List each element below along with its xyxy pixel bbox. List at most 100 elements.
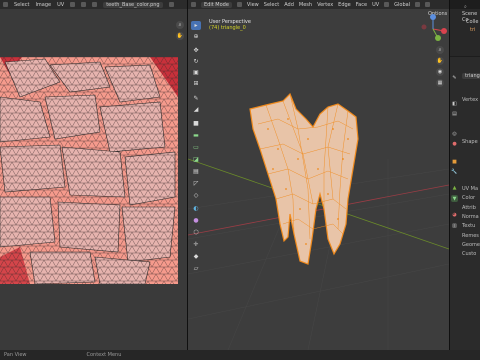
- tool-polybuild[interactable]: ◇: [191, 191, 201, 200]
- tool-move[interactable]: ✥: [191, 46, 201, 55]
- rotate-icon: ↻: [193, 58, 199, 65]
- extrude-icon: ▬: [193, 132, 199, 139]
- editor-type-icon[interactable]: [3, 2, 8, 7]
- object-info: (74) triangle_0: [209, 25, 246, 31]
- transform-orientation-icon[interactable]: [384, 2, 390, 7]
- prop-row-uvmap[interactable]: UV Ma: [462, 186, 478, 193]
- menu-uv[interactable]: UV: [372, 2, 379, 8]
- tool-select[interactable]: ▸: [191, 21, 201, 30]
- viewport-editor-type-icon[interactable]: [191, 2, 196, 7]
- uv-islands: [0, 57, 178, 284]
- perspective-icon[interactable]: ▦: [436, 79, 444, 87]
- proportional-edit-icon[interactable]: [425, 2, 431, 7]
- viewport-3d[interactable]: [188, 9, 449, 350]
- tool-smooth[interactable]: ●: [191, 216, 201, 225]
- mode-selector[interactable]: Edit Mode: [201, 1, 232, 8]
- sync-icon[interactable]: [70, 2, 76, 7]
- add-cube-icon: ■: [193, 120, 199, 127]
- outliner-item-collection[interactable]: Colle: [466, 19, 478, 25]
- prop-row-normals[interactable]: Norma: [462, 214, 479, 221]
- tool-cursor[interactable]: ⊕: [191, 32, 201, 41]
- tool-rip[interactable]: ▱: [191, 264, 201, 273]
- zoom-icon[interactable]: ⌕: [436, 46, 444, 54]
- menu-vertex[interactable]: Vertex: [317, 2, 333, 8]
- world-tab-icon[interactable]: ●: [451, 140, 458, 147]
- bevel-icon: ◪: [193, 156, 199, 163]
- tool-annotate[interactable]: ✎: [191, 94, 201, 103]
- tool-loopcut[interactable]: ▤: [191, 167, 201, 176]
- render-tab-icon[interactable]: ◧: [451, 100, 458, 107]
- snap-icon[interactable]: [415, 2, 421, 7]
- camera-icon[interactable]: ◉: [436, 68, 444, 76]
- tool-rotate[interactable]: ↻: [191, 57, 201, 66]
- output-tab-icon[interactable]: ▤: [451, 110, 458, 117]
- status-bar: Pan View Context Menu: [0, 350, 480, 360]
- viewport-scene: [188, 92, 449, 350]
- uv-menu-uv[interactable]: UV: [57, 2, 64, 8]
- navigation-gizmo[interactable]: [418, 14, 448, 44]
- object-tab-icon[interactable]: ■: [451, 158, 458, 165]
- prop-row-attributes[interactable]: Attrib: [462, 205, 476, 212]
- shrink-icon: ✛: [193, 241, 199, 248]
- texture-tab-icon[interactable]: ▥: [451, 222, 458, 229]
- uv-pan-icon[interactable]: ✋: [176, 32, 184, 40]
- constraint-tab-icon[interactable]: ▲: [451, 184, 458, 191]
- spin-icon: ◐: [193, 205, 199, 212]
- prop-row-vertex[interactable]: Vertex: [462, 97, 478, 104]
- tool-tab-icon[interactable]: ✎: [451, 74, 458, 81]
- menu-add[interactable]: Add: [284, 2, 294, 8]
- prop-row-texture-space[interactable]: Textu: [462, 223, 475, 230]
- uv-menu-select[interactable]: Select: [14, 2, 29, 8]
- menu-face[interactable]: Face: [356, 2, 367, 8]
- tool-measure[interactable]: ◢: [191, 105, 201, 114]
- transform-orientation[interactable]: Global: [394, 2, 410, 8]
- tool-spin[interactable]: ◐: [191, 204, 201, 213]
- scale-icon: ▣: [193, 69, 199, 76]
- tooth-mesh[interactable]: [249, 92, 359, 265]
- prop-row-custom[interactable]: Custo: [462, 251, 476, 258]
- vertex-select-icon[interactable]: [236, 2, 242, 7]
- tool-inset[interactable]: ▭: [191, 143, 201, 152]
- menu-mesh[interactable]: Mesh: [299, 2, 312, 8]
- tool-scale[interactable]: ▣: [191, 68, 201, 77]
- uv-texture-image: [0, 57, 178, 284]
- prop-row-geometry[interactable]: Geome: [462, 242, 480, 249]
- menu-select[interactable]: Select: [264, 2, 279, 8]
- tool-extrude[interactable]: ▬: [191, 131, 201, 140]
- move-icon: ✥: [193, 47, 199, 54]
- scene-tab-icon[interactable]: ◎: [451, 130, 458, 137]
- loopcut-icon: ▤: [193, 168, 199, 175]
- uv-menu-image[interactable]: Image: [35, 2, 51, 8]
- tool-edge-slide[interactable]: ⬡: [191, 228, 201, 237]
- status-pan-view: Pan View: [4, 352, 27, 358]
- tool-knife[interactable]: ◸: [191, 179, 201, 188]
- rip-icon: ▱: [193, 265, 199, 272]
- tool-add-cube[interactable]: ■: [191, 119, 201, 128]
- viewport-header: Edit Mode View Select Add Mesh Vertex Ed…: [188, 0, 449, 9]
- search-icon[interactable]: ⌕: [464, 4, 467, 10]
- pivot-icon[interactable]: [92, 2, 98, 7]
- menu-edge[interactable]: Edge: [338, 2, 351, 8]
- tool-transform[interactable]: ⊞: [191, 79, 201, 88]
- prop-row-shape[interactable]: Shape: [462, 139, 478, 146]
- smooth-icon: ●: [193, 217, 199, 224]
- data-tab-icon[interactable]: ▼: [451, 195, 458, 202]
- pan-icon[interactable]: ✋: [436, 57, 444, 65]
- outliner-panel: Scene Co Colle tri: [450, 9, 480, 56]
- outliner-item-object[interactable]: tri: [470, 27, 475, 33]
- tool-bevel[interactable]: ◪: [191, 155, 201, 164]
- uv-zoom-icon[interactable]: ⌕: [176, 21, 184, 29]
- prop-row-color[interactable]: Color: [462, 195, 475, 202]
- select-mode-icon[interactable]: [81, 2, 87, 7]
- tool-shear[interactable]: ◆: [191, 252, 201, 261]
- prop-row-remesh[interactable]: Remes: [462, 233, 479, 240]
- tool-shrink[interactable]: ✛: [191, 240, 201, 249]
- menu-view[interactable]: View: [247, 2, 259, 8]
- image-selector[interactable]: teeth_Base_color.png: [103, 1, 163, 8]
- shear-icon: ◆: [193, 253, 199, 260]
- modifier-tab-icon[interactable]: 🔧: [451, 168, 458, 175]
- cursor-3d-icon: ⊕: [193, 33, 199, 40]
- material-tab-icon[interactable]: ◕: [451, 211, 458, 218]
- properties-search[interactable]: triang: [462, 73, 480, 79]
- pin-icon[interactable]: [168, 2, 174, 7]
